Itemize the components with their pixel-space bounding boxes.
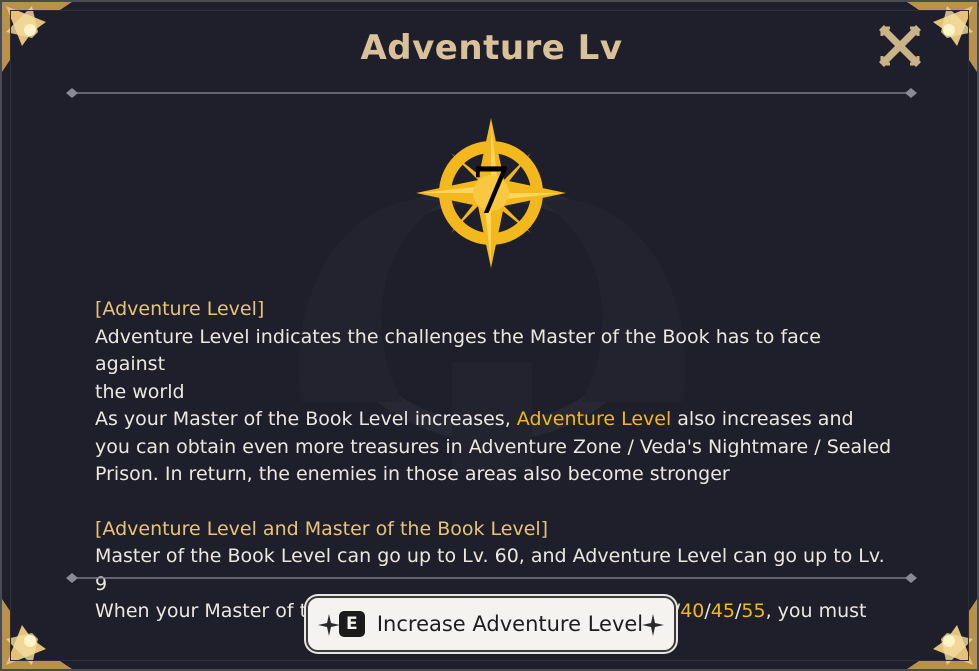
sparkle-icon <box>318 614 340 636</box>
button-label: Increase Adventure Level <box>376 612 644 636</box>
increase-adventure-level-button[interactable]: E Increase Adventure Level <box>306 596 676 652</box>
description-line: Prison. In return, the enemies in those … <box>95 463 730 485</box>
divider <box>66 88 917 98</box>
adventure-level-dialog: Adventure Lv 7 [Adventure Level] Adventu… <box>0 0 979 671</box>
close-icon[interactable] <box>878 24 922 68</box>
description-line: the world <box>95 380 185 403</box>
section-heading: [Adventure Level] <box>95 298 265 320</box>
description-line: As your Master of the Book Level increas… <box>95 408 854 430</box>
adventure-level-number: 7 <box>470 155 512 229</box>
sparkle-icon <box>642 614 664 636</box>
section-heading: [Adventure Level and Master of the Book … <box>95 517 549 540</box>
description-line: Adventure Level indicates the challenges… <box>95 325 821 376</box>
key-hint-badge: E <box>338 611 365 637</box>
corner-ornament-icon <box>2 599 72 669</box>
corner-ornament-icon <box>907 599 977 669</box>
dialog-title: Adventure Lv <box>360 28 623 68</box>
highlight-text: Adventure Level <box>516 408 672 430</box>
divider <box>66 573 917 583</box>
description-line: Master of the Book Level can go up to Lv… <box>95 545 885 595</box>
description-line: you can obtain even more treasures in Ad… <box>95 435 892 458</box>
